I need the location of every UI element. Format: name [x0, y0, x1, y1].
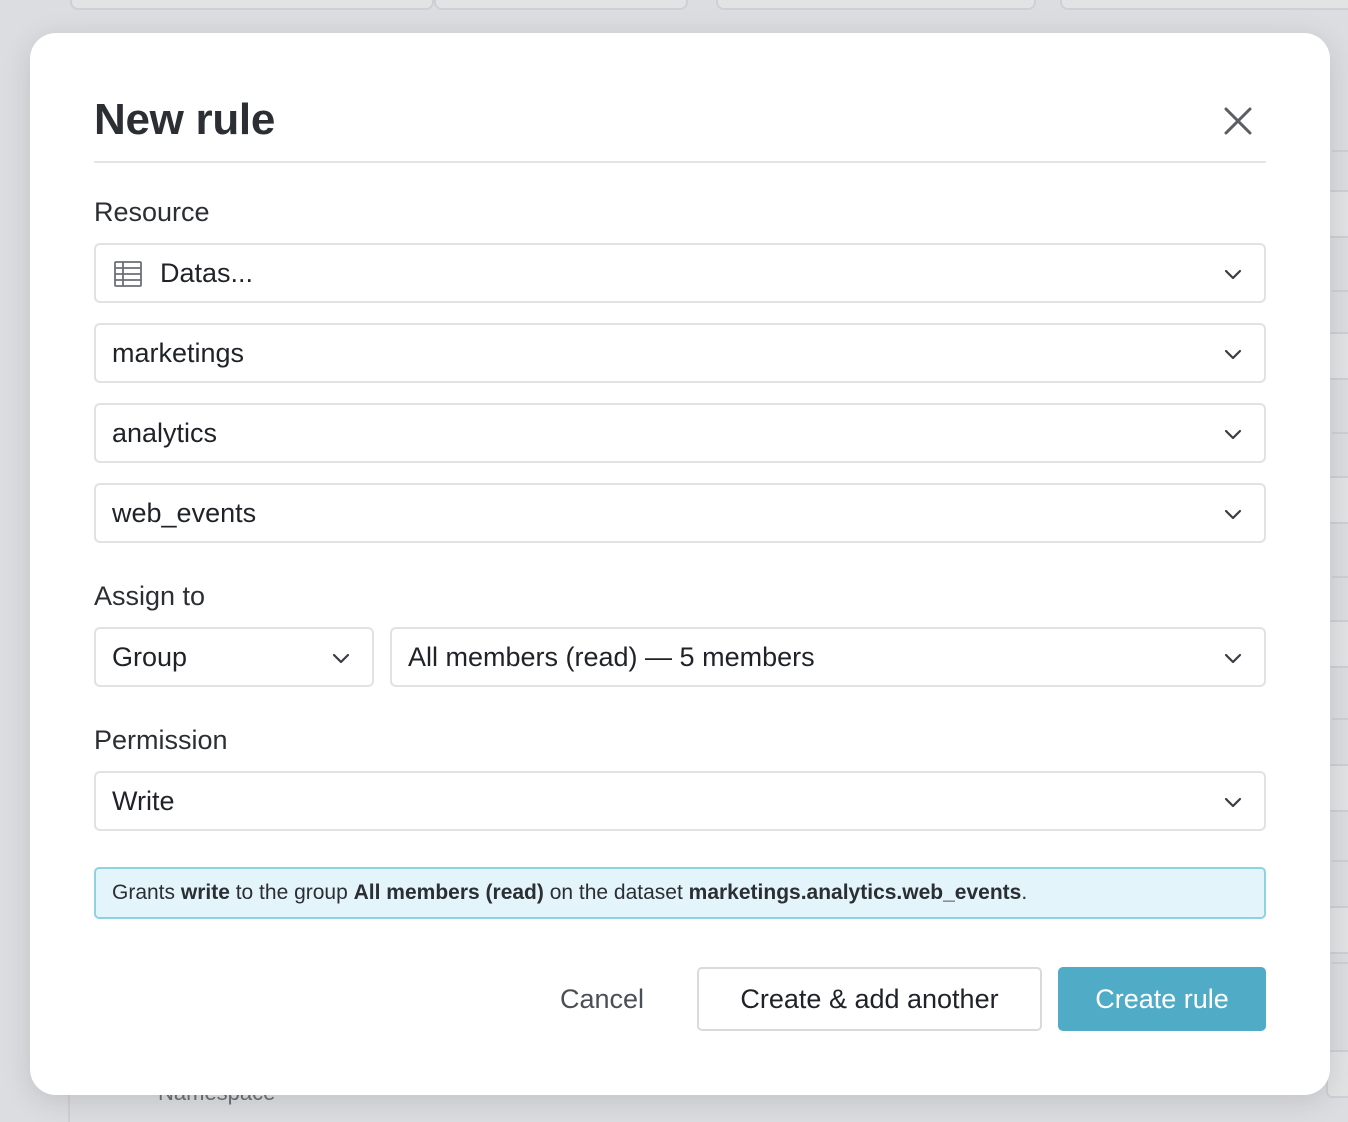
workspace-value: marketings [112, 338, 245, 368]
resource-type-select[interactable]: Datas... [94, 243, 1266, 303]
namespace-value: analytics [112, 418, 218, 448]
resource-label: Resource [94, 197, 210, 227]
workspace-select[interactable]: marketings [94, 323, 1266, 383]
dataset-value: web_events [112, 498, 257, 528]
background-toolbar-segment [70, 0, 434, 10]
chevron-down-icon [1224, 269, 1242, 280]
background-toolbar-segment [1060, 0, 1348, 10]
summary-text: to the group [229, 881, 354, 904]
rule-summary: Grants write to the group All members (r… [94, 867, 1266, 919]
summary-text: . [1021, 881, 1028, 904]
dialog-header: New rule [94, 93, 1266, 163]
background-toolbar-segment [716, 0, 1036, 10]
chevron-down-icon [1224, 509, 1242, 520]
dataset-select[interactable]: web_events [94, 483, 1266, 543]
table-icon [114, 261, 142, 287]
resource-type-value: Datas... [160, 258, 254, 288]
background-row-line [1332, 860, 1348, 862]
permission-label: Permission [94, 725, 228, 755]
summary-permission: write [180, 881, 230, 904]
chevron-down-icon [1224, 653, 1242, 664]
chevron-down-icon [1224, 349, 1242, 360]
assignee-type-select[interactable]: Group [94, 627, 374, 687]
close-icon [1224, 107, 1252, 135]
chevron-down-icon [332, 653, 350, 664]
new-rule-dialog: New rule Resource Datas... marketings an [30, 33, 1330, 1095]
group-value: All members (read) — 5 members [408, 642, 815, 672]
close-button[interactable] [1218, 101, 1258, 141]
permission-select[interactable]: Write [94, 771, 1266, 831]
create-rule-button[interactable]: Create rule [1058, 967, 1266, 1031]
assignee-type-value: Group [112, 642, 188, 672]
assign-to-label: Assign to [94, 581, 206, 611]
background-row-line [1332, 150, 1348, 152]
background-row-line [1332, 962, 1348, 964]
summary-dataset: marketings.analytics.web_events [688, 881, 1022, 904]
dialog-title: New rule [94, 95, 275, 144]
summary-text: Grants [112, 881, 181, 904]
background-row-line [1332, 290, 1348, 292]
group-select[interactable]: All members (read) — 5 members [390, 627, 1266, 687]
chevron-down-icon [1224, 429, 1242, 440]
namespace-select[interactable]: analytics [94, 403, 1266, 463]
background-row-line [1332, 432, 1348, 434]
cancel-button[interactable]: Cancel [536, 967, 668, 1031]
background-row-line [1332, 718, 1348, 720]
permission-value: Write [112, 786, 175, 816]
background-toolbar-segment [434, 0, 688, 10]
chevron-down-icon [1224, 797, 1242, 808]
create-and-add-another-button[interactable]: Create & add another [697, 967, 1042, 1031]
summary-group: All members (read) [353, 881, 544, 904]
background-row-line [1332, 576, 1348, 578]
summary-text: on the dataset [543, 881, 689, 904]
